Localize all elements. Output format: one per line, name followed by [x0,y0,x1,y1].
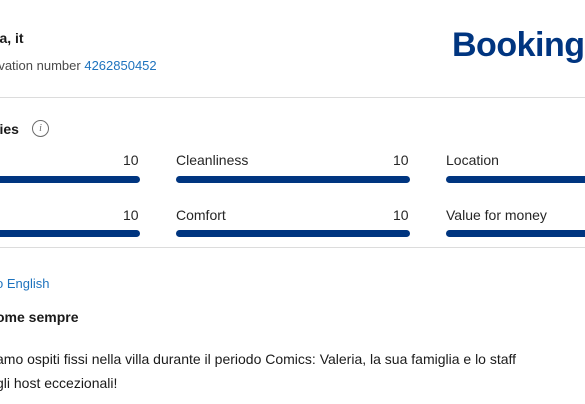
info-icon[interactable]: i [32,120,49,137]
reservation-number-link[interactable]: 4262850452 [84,58,156,73]
category-score: 10 [123,152,139,168]
category-label-comfort: Comfort [176,207,226,223]
category-score: 10 [393,152,409,168]
category-bar [0,176,140,183]
category-bar [0,230,140,237]
category-bar-location [446,176,585,183]
category-bar-cleanliness [176,176,410,183]
category-bar-comfort [176,230,410,237]
reservation-label: rvation number [0,58,81,73]
category-bar-value-for-money [446,230,585,237]
review-text-line: amo ospiti fissi nella villa durante il … [0,351,517,367]
review-text-line: gli host eccezionali! [0,375,118,391]
review-text: amo ospiti fissi nella villa durante il … [0,347,585,395]
category-label-cleanliness: Cleanliness [176,152,249,168]
guest-name: ra, it [0,30,24,46]
reservation-info: rvation number 4262850452 [0,58,157,73]
category-score: 10 [123,207,139,223]
translate-link[interactable]: o English [0,276,49,291]
review-title: ome sempre [0,309,79,325]
booking-logo: Booking [452,26,585,64]
category-label-value-for-money: Value for money [446,207,547,223]
category-score: 10 [393,207,409,223]
header-divider [0,97,585,98]
categories-divider [0,247,585,248]
categories-heading: ries [0,121,19,137]
category-label-location: Location [446,152,499,168]
